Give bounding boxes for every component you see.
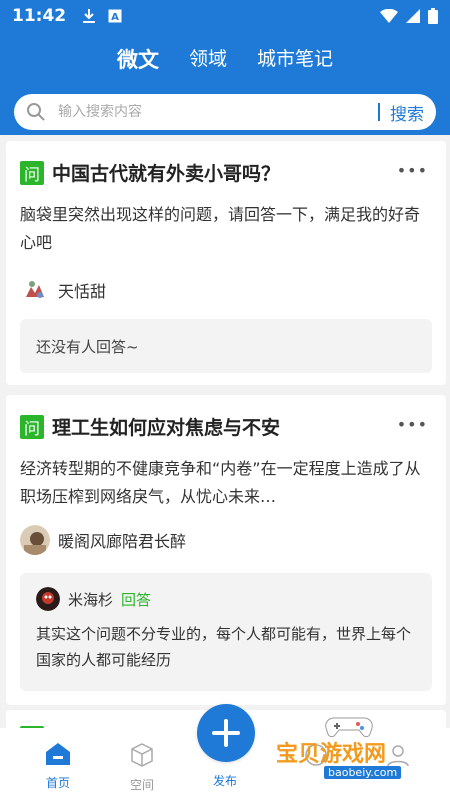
question-title-row: 问 理工生如何应对焦虑与不安 <box>20 413 280 440</box>
answer-box: 还没有人回答~ <box>20 319 432 373</box>
signal-icon <box>406 9 420 23</box>
answerer-row: 米海杉 回答 <box>36 587 416 611</box>
watermark-text: 宝贝游戏网 <box>276 742 387 767</box>
author-name: 暖阁风廊陪君长醉 <box>58 532 187 551</box>
question-badge: 问 <box>20 160 44 185</box>
cube-icon <box>131 743 153 767</box>
wifi-icon <box>380 9 398 23</box>
search-button[interactable]: 搜索 <box>390 100 424 125</box>
svg-text:A: A <box>111 12 119 23</box>
status-time: 11:42 <box>12 6 67 26</box>
answer-box[interactable]: 米海杉 回答 其实这个问题不分专业的，每个人都可能有，世界上每个国家的人都可能经… <box>20 573 432 691</box>
tab-city-notes[interactable]: 城市笔记 <box>257 44 333 74</box>
avatar <box>20 525 50 555</box>
question-title[interactable]: 理工生如何应对焦虑与不安 <box>52 413 280 440</box>
question-author[interactable]: 暖阁风廊陪君长醉 <box>20 525 186 555</box>
answer-tag: 回答 <box>121 590 152 609</box>
top-tabs: 微文 领域 城市笔记 <box>0 44 450 74</box>
avatar <box>20 275 50 305</box>
status-bar: 11:42 A <box>0 0 450 32</box>
no-answer-text: 还没有人回答~ <box>36 337 139 356</box>
nav-space[interactable]: 空间 <box>112 742 172 793</box>
question-author[interactable]: 天恬甜 <box>20 275 106 305</box>
search-bar: 搜索 <box>14 94 436 130</box>
keyboard-a-icon: A <box>108 9 122 23</box>
plus-icon <box>212 719 240 747</box>
question-title[interactable]: 中国古代就有外卖小哥吗？ <box>52 159 280 186</box>
tab-weiwen[interactable]: 微文 <box>117 44 159 74</box>
nav-home[interactable]: 首页 <box>28 742 88 791</box>
search-icon <box>27 103 45 121</box>
tab-lingyu[interactable]: 领域 <box>189 44 227 74</box>
question-card[interactable]: 问 理工生如何应对焦虑与不安 ••• 经济转型期的不健康竞争和“内卷”在一定程度… <box>6 395 446 705</box>
nav-home-label: 首页 <box>45 776 70 790</box>
battery-icon <box>428 8 438 24</box>
question-card[interactable]: 问 中国古代就有外卖小哥吗？ ••• 脑袋里突然出现这样的问题，请回答一下，满足… <box>6 141 446 385</box>
question-title-row: 问 中国古代就有外卖小哥吗？ <box>20 159 280 186</box>
question-description: 脑袋里突然出现这样的问题，请回答一下，满足我的好奇心吧 <box>20 205 421 252</box>
download-icon <box>83 9 96 23</box>
app-header: 微文 领域 城市笔记 搜索 <box>0 32 450 135</box>
answerer-name: 米海杉 <box>68 590 114 609</box>
search-input[interactable] <box>58 104 368 120</box>
status-system-icons <box>380 8 438 24</box>
more-options-icon[interactable]: ••• <box>397 161 428 180</box>
publish-label: 发布 <box>212 774 237 788</box>
status-notification-icons: A <box>82 8 122 24</box>
avatar <box>36 587 60 611</box>
publish-button[interactable] <box>197 704 255 762</box>
answer-text: 其实这个问题不分专业的，每个人都可能有，世界上每个国家的人都可能经历 <box>36 625 412 669</box>
search-divider <box>378 103 380 121</box>
author-name: 天恬甜 <box>58 282 107 301</box>
watermark-url: baobeiy.com <box>324 766 402 779</box>
question-description: 经济转型期的不健康竞争和“内卷”在一定程度上造成了从职场压榨到网络戾气，从忧心未… <box>20 459 421 506</box>
nav-space-label: 空间 <box>129 778 154 792</box>
home-icon <box>46 743 70 765</box>
more-options-icon[interactable]: ••• <box>397 415 428 434</box>
watermark: 宝贝游戏网 baobeiy.com <box>276 710 426 785</box>
question-badge: 问 <box>20 414 44 439</box>
